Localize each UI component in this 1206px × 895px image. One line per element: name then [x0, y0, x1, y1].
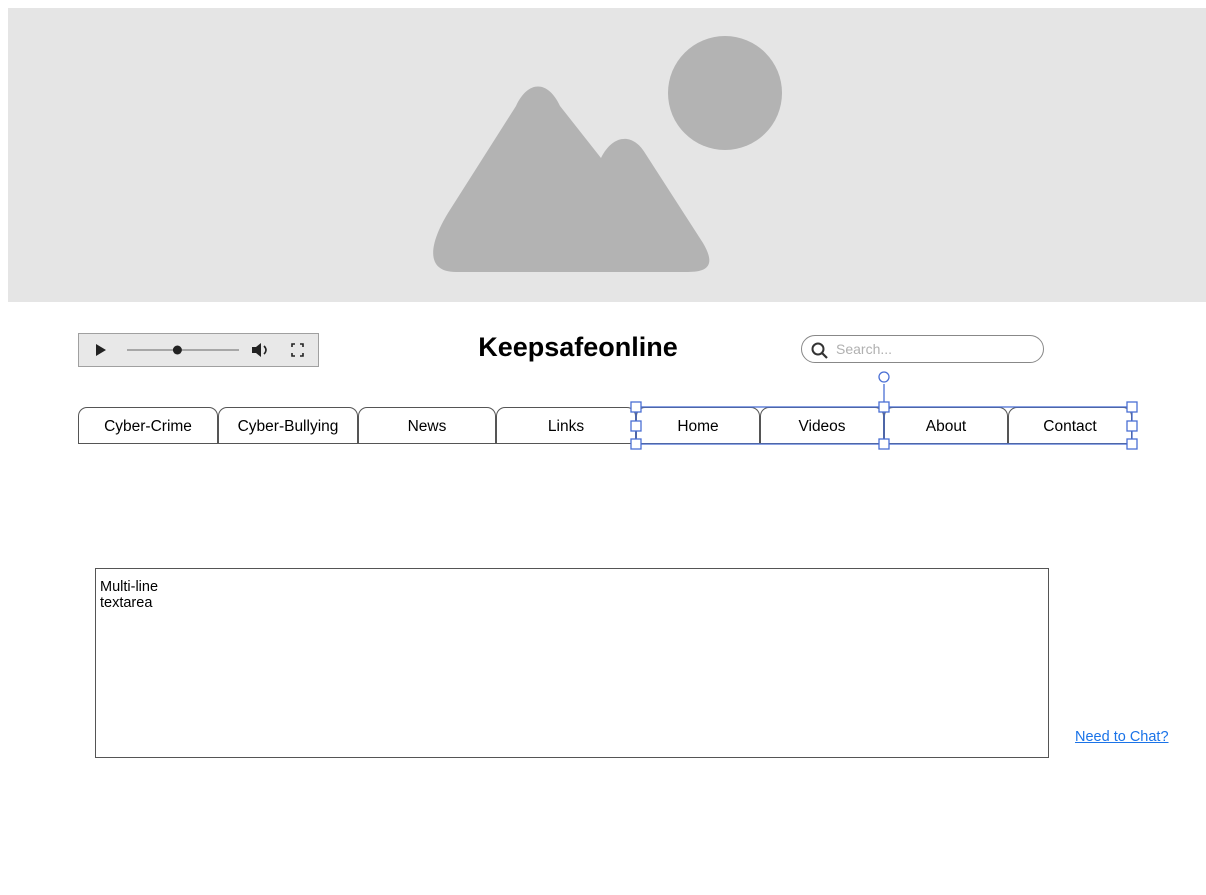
seek-slider-knob[interactable]	[172, 345, 182, 355]
search-input[interactable]: Search...	[801, 335, 1044, 363]
need-to-chat-link[interactable]: Need to Chat?	[1075, 729, 1169, 745]
fullscreen-icon[interactable]	[291, 343, 304, 357]
search-placeholder: Search...	[836, 341, 893, 357]
hero-image-placeholder	[8, 8, 1206, 302]
media-player[interactable]	[78, 333, 319, 367]
volume-icon[interactable]	[252, 343, 267, 357]
tab-cyber-bullying[interactable]: Cyber-Bullying	[218, 407, 358, 444]
selection-handles[interactable]	[620, 366, 1150, 456]
tab-links[interactable]: Links	[496, 407, 636, 444]
tab-cyber-crime[interactable]: Cyber-Crime	[78, 407, 218, 444]
message-textarea[interactable]: Multi-line textarea	[95, 568, 1049, 758]
textarea-content: Multi-line textarea	[100, 579, 159, 611]
site-title: Keepsafeonline	[478, 332, 678, 362]
search-icon	[811, 342, 828, 359]
tab-news[interactable]: News	[358, 407, 496, 444]
image-placeholder-icon	[433, 36, 782, 272]
play-icon[interactable]	[96, 344, 106, 356]
